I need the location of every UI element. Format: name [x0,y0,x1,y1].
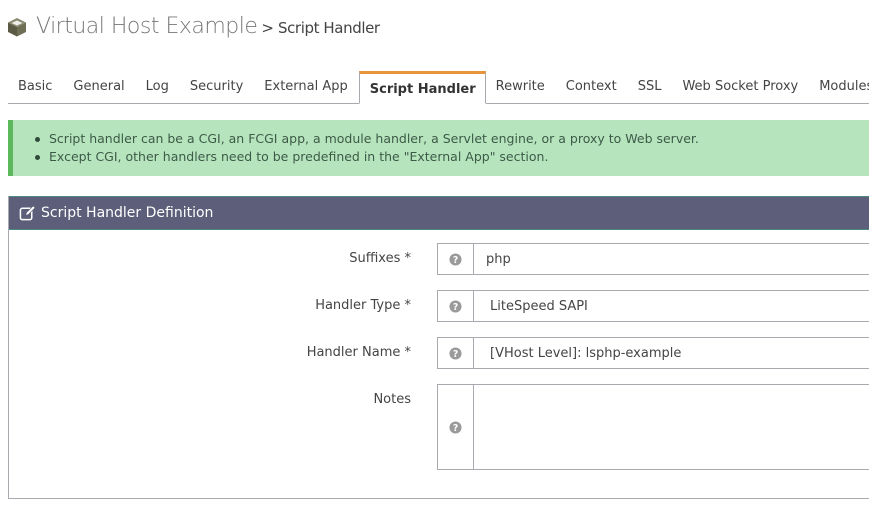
tab-security[interactable]: Security [180,79,254,103]
tab-general[interactable]: General [63,79,135,103]
script-handler-panel: Script Handler Definition Suffixes * ? p… [8,196,869,499]
suffixes-field[interactable]: ? php [437,243,869,275]
page-title: Virtual Host Example [36,14,258,39]
page-header: Virtual Host Example > Script Handler [6,14,380,39]
handler-type-value: LiteSpeed SAPI [490,298,588,314]
help-button[interactable]: ? [438,244,474,274]
panel-title: Script Handler Definition [41,205,214,221]
question-circle-icon: ? [449,420,462,433]
edit-icon [19,205,36,220]
handler-name-label: Handler Name * [306,345,411,360]
svg-text:?: ? [453,422,458,433]
tab-web-socket-proxy[interactable]: Web Socket Proxy [672,79,809,103]
help-button[interactable]: ? [438,338,474,368]
tab-log[interactable]: Log [136,79,180,103]
handler-type-label: Handler Type * [315,298,411,313]
notes-value [474,385,486,469]
tab-external-app[interactable]: External App [254,79,358,103]
handler-name-field[interactable]: ? [VHost Level]: lsphp-example [437,337,869,369]
notes-field[interactable]: ? [437,384,869,470]
tab-ssl[interactable]: SSL [628,79,673,103]
breadcrumb: > Script Handler [261,19,380,37]
svg-text:?: ? [453,254,458,265]
svg-text:?: ? [453,301,458,312]
suffixes-value: php [486,251,511,267]
field-row-handler-type: Handler Type * ? LiteSpeed SAPI [9,290,869,322]
tab-bar: Basic General Log Security External App … [8,71,869,104]
handler-type-field[interactable]: ? LiteSpeed SAPI [437,290,869,322]
question-circle-icon: ? [449,346,462,359]
alert-item: Script handler can be a CGI, an FCGI app… [35,130,869,148]
tab-rewrite[interactable]: Rewrite [486,79,556,103]
svg-text:?: ? [453,348,458,359]
panel-header: Script Handler Definition [9,196,869,230]
question-circle-icon: ? [449,299,462,312]
help-button[interactable]: ? [438,291,474,321]
suffixes-label: Suffixes * [349,251,411,266]
field-row-handler-name: Handler Name * ? [VHost Level]: lsphp-ex… [9,337,869,369]
tab-modules[interactable]: Modules [809,79,869,103]
alert-item: Except CGI, other handlers need to be pr… [35,148,869,166]
tab-basic[interactable]: Basic [8,79,63,103]
field-row-notes: Notes ? [9,384,869,470]
question-circle-icon: ? [449,252,462,265]
tab-script-handler[interactable]: Script Handler [358,71,486,104]
info-alert: Script handler can be a CGI, an FCGI app… [8,120,869,176]
help-button[interactable]: ? [438,385,474,469]
cube-icon [8,17,26,36]
field-row-suffixes: Suffixes * ? php [9,243,869,275]
tab-context[interactable]: Context [556,79,628,103]
notes-label: Notes [373,392,411,407]
handler-name-value: [VHost Level]: lsphp-example [490,345,682,361]
